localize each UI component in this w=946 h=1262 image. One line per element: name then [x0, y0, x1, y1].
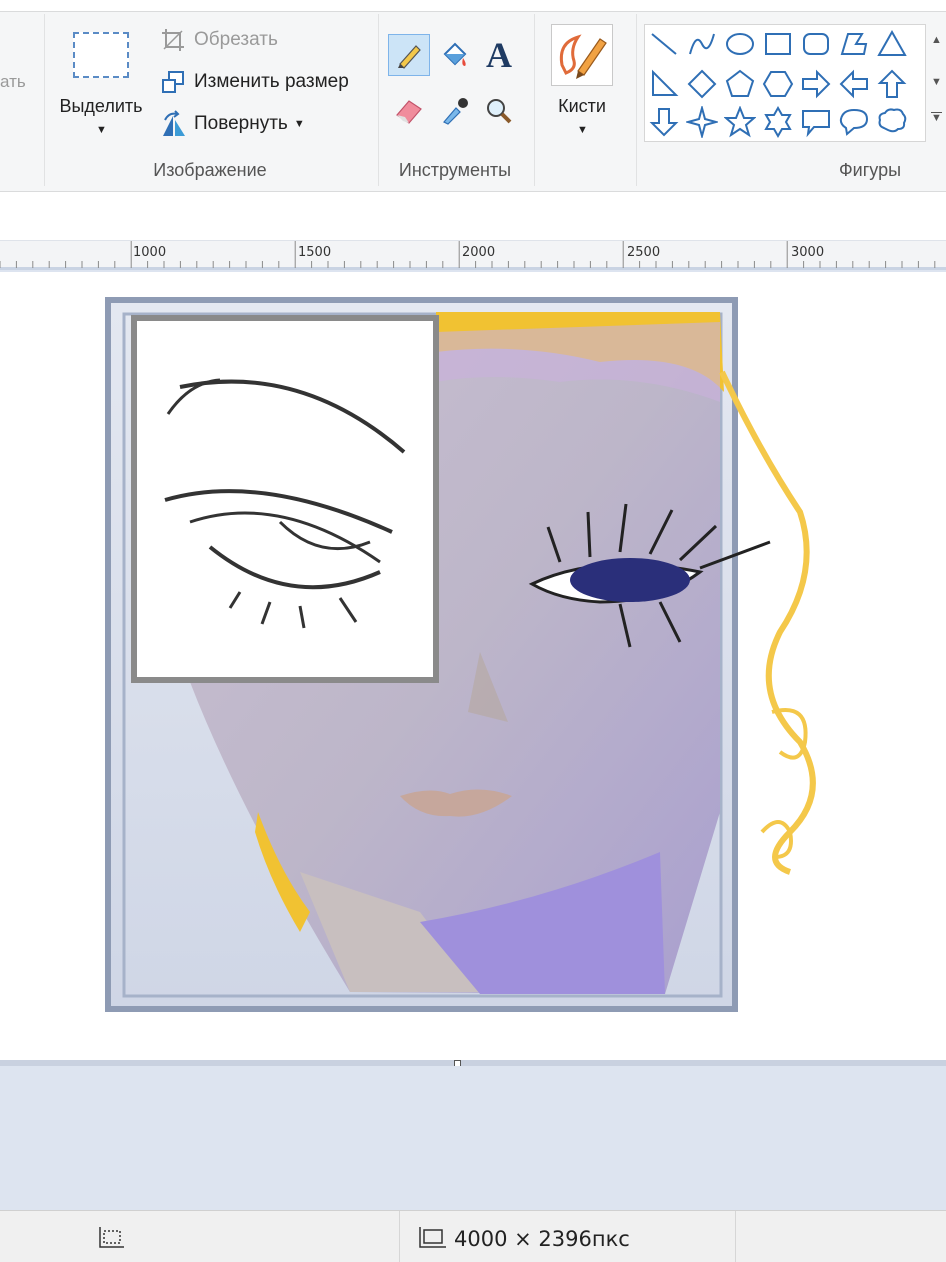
resize-button[interactable]: Изменить размер — [158, 66, 349, 98]
drawing-canvas[interactable] — [0, 272, 946, 1060]
shapes-scrollbar[interactable]: ▲ ▼ ▼ — [926, 24, 946, 142]
image-size-icon — [416, 1225, 448, 1256]
rotate-dropdown-icon: ▼ — [293, 118, 305, 130]
rotate-icon — [158, 110, 188, 138]
image-group-label: Изображение — [153, 160, 267, 180]
pentagon-shape-icon[interactable] — [721, 65, 759, 103]
fill-tool[interactable] — [434, 34, 476, 76]
ribbon-lower-strip — [0, 192, 946, 240]
hexagon-shape-icon[interactable] — [759, 65, 797, 103]
crop-icon — [158, 26, 188, 54]
polygon-shape-icon[interactable] — [835, 25, 873, 63]
ruler-label-1500: 1500 — [298, 245, 332, 260]
brushes-label: Кисти — [558, 96, 606, 116]
eraser-icon — [396, 100, 422, 124]
crop-button[interactable]: Обрезать — [158, 24, 278, 56]
ribbon: ать Выделить ▼ Обрезать Изменить размер … — [0, 0, 946, 192]
workspace-area — [0, 1066, 946, 1210]
artwork — [105, 297, 816, 1012]
up-arrow-shape-icon[interactable] — [873, 65, 911, 103]
down-arrow-shape-icon[interactable] — [645, 103, 683, 141]
magnifier-tool[interactable] — [478, 90, 520, 132]
right-arrow-shape-icon[interactable] — [797, 65, 835, 103]
triangle-shape-icon[interactable] — [873, 25, 911, 63]
selection-size-segment — [0, 1211, 400, 1262]
expand-gallery-icon[interactable]: ▼ — [931, 112, 942, 124]
select-button[interactable]: Выделить ▼ — [52, 22, 150, 148]
eyedropper-icon — [443, 98, 468, 125]
tools-grid: A — [386, 28, 522, 138]
select-label: Выделить — [59, 96, 143, 116]
left-arrow-shape-icon[interactable] — [835, 65, 873, 103]
resize-icon — [158, 68, 188, 96]
crop-label: Обрезать — [194, 29, 278, 50]
image-size-segment: 4000 × 2396пкс — [400, 1211, 736, 1262]
group-separator — [44, 14, 45, 186]
rect-callout-shape-icon[interactable] — [797, 103, 835, 141]
oval-shape-icon[interactable] — [721, 25, 759, 63]
eraser-tool[interactable] — [388, 90, 430, 132]
select-icon — [73, 32, 129, 78]
resize-label: Изменить размер — [194, 71, 349, 92]
fill-bucket-icon — [443, 42, 467, 66]
brushes-dropdown-icon[interactable]: ▼ — [577, 124, 588, 136]
rotate-button[interactable]: Повернуть ▼ — [158, 108, 305, 140]
rotate-label: Повернуть — [194, 113, 288, 134]
clipboard-partial-label: ать — [0, 72, 26, 91]
horizontal-ruler: 1000 1500 2000 2500 3000 — [0, 240, 946, 270]
brush-icon — [551, 24, 613, 86]
pencil-tool[interactable] — [388, 34, 430, 76]
diamond-shape-icon[interactable] — [683, 65, 721, 103]
pencil-icon — [398, 45, 421, 69]
ruler-label-1000: 1000 — [133, 245, 167, 260]
select-dropdown-icon[interactable]: ▼ — [96, 124, 107, 136]
text-icon: A — [486, 35, 512, 75]
shapes-gallery — [644, 24, 926, 142]
group-separator — [534, 14, 535, 186]
group-separator — [378, 14, 379, 186]
status-bar: 4000 × 2396пкс — [0, 1210, 946, 1262]
image-size-text: 4000 × 2396пкс — [454, 1227, 630, 1251]
right-triangle-shape-icon[interactable] — [645, 65, 683, 103]
magnifier-icon — [487, 99, 512, 124]
curve-shape-icon[interactable] — [683, 25, 721, 63]
ribbon-top-edge — [0, 0, 946, 12]
ruler-label-3000: 3000 — [791, 245, 825, 260]
text-tool[interactable]: A — [478, 34, 520, 76]
rectangle-shape-icon[interactable] — [759, 25, 797, 63]
tools-group-label: Инструменты — [398, 160, 512, 180]
four-point-star-shape-icon[interactable] — [683, 103, 721, 141]
oval-callout-shape-icon[interactable] — [835, 103, 873, 141]
scroll-up-icon[interactable]: ▲ — [931, 34, 942, 46]
six-point-star-shape-icon[interactable] — [759, 103, 797, 141]
scroll-down-icon[interactable]: ▼ — [931, 76, 942, 88]
line-shape-icon[interactable] — [645, 25, 683, 63]
five-point-star-shape-icon[interactable] — [721, 103, 759, 141]
group-separator — [636, 14, 637, 186]
cloud-callout-shape-icon[interactable] — [873, 103, 911, 141]
color-picker-tool[interactable] — [434, 90, 476, 132]
shapes-group-label: Фигуры — [838, 160, 902, 180]
brushes-button[interactable]: Кисти ▼ — [546, 22, 618, 148]
selection-size-icon — [96, 1225, 126, 1256]
rounded-rectangle-shape-icon[interactable] — [797, 25, 835, 63]
ruler-label-2500: 2500 — [627, 245, 661, 260]
ruler-label-2000: 2000 — [462, 245, 496, 260]
